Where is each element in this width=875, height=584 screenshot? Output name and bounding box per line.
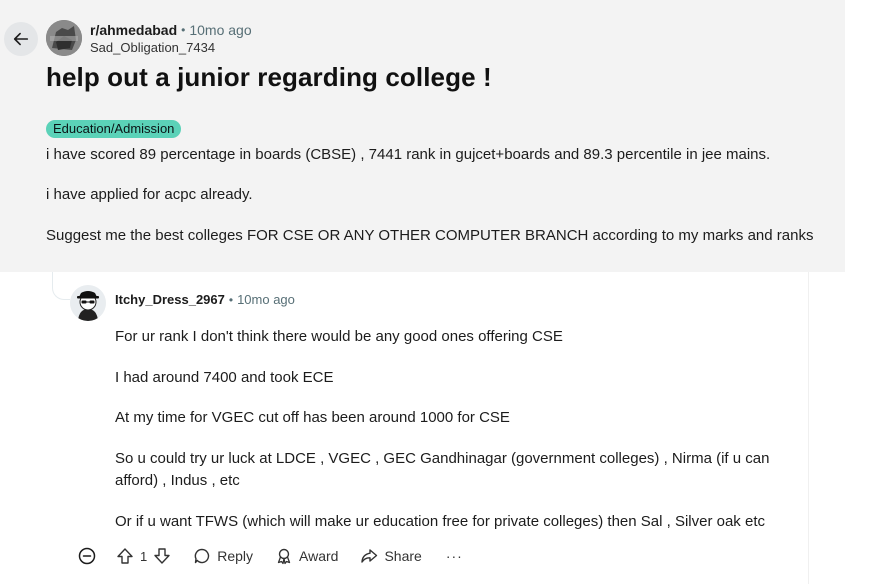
- post-card: r/ahmedabad • 10mo ago Sad_Obligation_74…: [0, 0, 845, 272]
- post-body-paragraph: i have applied for acpc already.: [46, 186, 253, 203]
- award-icon: [277, 548, 291, 565]
- separator-dot: •: [181, 23, 186, 37]
- vote-count: 1: [140, 548, 148, 564]
- comment-paragraph: I had around 7400 and took ECE: [115, 369, 334, 386]
- post-flair[interactable]: Education/Admission: [46, 120, 182, 138]
- share-label: Share: [384, 548, 422, 564]
- post-body-paragraph: i have scored 89 percentage in boards (C…: [46, 146, 771, 163]
- arrow-down-icon[interactable]: [153, 547, 171, 565]
- vote-control: 1: [116, 547, 171, 565]
- speech-bubble-icon: [194, 548, 210, 564]
- minus-circle-icon: [78, 547, 96, 565]
- subreddit-name[interactable]: r/ahmedabad: [90, 22, 177, 38]
- share-button[interactable]: Share: [360, 547, 422, 565]
- arrow-left-icon: [13, 32, 29, 46]
- collapse-button[interactable]: [78, 547, 96, 565]
- comment-paragraph: For ur rank I don't think there would be…: [115, 328, 563, 345]
- reply-button[interactable]: Reply: [193, 547, 253, 565]
- award-label: Award: [299, 548, 339, 564]
- post-body-paragraph: Suggest me the best colleges FOR CSE OR …: [46, 227, 814, 244]
- avatar[interactable]: [70, 285, 106, 321]
- comment-paragraph: Or if u want TFWS (which will make ur ed…: [115, 513, 765, 530]
- thread-line: [52, 272, 70, 300]
- back-button[interactable]: [4, 22, 38, 56]
- share-arrow-icon: [361, 549, 378, 563]
- comment-paragraph: So u could try ur luck at LDCE , VGEC , …: [115, 450, 770, 489]
- divider: [808, 272, 809, 584]
- reply-label: Reply: [217, 548, 254, 564]
- comment-time: 10mo ago: [237, 292, 295, 307]
- comment-paragraph: At my time for VGEC cut off has been aro…: [115, 409, 510, 426]
- post-time: 10mo ago: [189, 22, 252, 38]
- comment-meta: Itchy_Dress_2967 • 10mo ago: [115, 292, 295, 307]
- comment-author[interactable]: Itchy_Dress_2967: [115, 292, 225, 307]
- award-button[interactable]: Award: [275, 547, 338, 565]
- more-options-button[interactable]: ···: [446, 548, 463, 564]
- post-author[interactable]: Sad_Obligation_7434: [90, 40, 215, 55]
- comment-actions: 1 Reply Award Share ···: [78, 543, 463, 569]
- arrow-up-icon[interactable]: [116, 547, 134, 565]
- post-meta: r/ahmedabad • 10mo ago: [90, 22, 252, 38]
- post-title: help out a junior regarding college !: [46, 62, 492, 92]
- subreddit-avatar[interactable]: [46, 20, 82, 56]
- separator-dot: •: [228, 292, 234, 307]
